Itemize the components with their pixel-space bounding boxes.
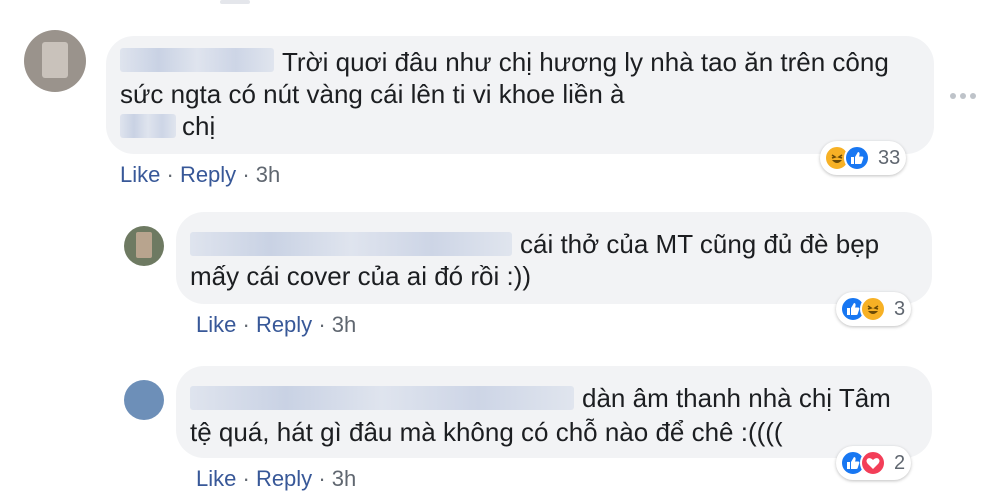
separator: ·	[242, 466, 250, 491]
like-icon	[844, 145, 870, 171]
comment-text-line: chị	[182, 111, 216, 141]
avatar-blur-mask	[136, 232, 152, 258]
comment-actions: Like · Reply · 3h	[196, 465, 356, 493]
commenter-name-redacted[interactable]	[120, 48, 274, 72]
reply-button[interactable]: Reply	[180, 162, 236, 187]
like-button[interactable]: Like	[120, 162, 160, 187]
timestamp[interactable]: 3h	[256, 162, 280, 187]
avatar-blur-mask	[42, 42, 68, 78]
avatar[interactable]	[24, 30, 86, 92]
reply-button[interactable]: Reply	[256, 312, 312, 337]
comment-text-line: cái thở của MT cũng đủ đè bẹp	[520, 229, 880, 259]
reaction-count: 3	[894, 297, 906, 320]
love-icon	[860, 450, 886, 476]
reaction-summary[interactable]: 33	[820, 141, 907, 175]
timestamp[interactable]: 3h	[332, 312, 356, 337]
avatar[interactable]	[124, 380, 164, 420]
comment-text-line: dàn âm thanh nhà chị Tâm	[582, 383, 891, 413]
comment-text-line: sức ngta có nút vàng cái lên ti vi khoe …	[120, 79, 625, 109]
reaction-count: 33	[878, 146, 901, 169]
comment-actions: Like · Reply · 3h	[120, 161, 280, 189]
comment-text-line: Trời quơi đâu như chị hương ly nhà tao ă…	[282, 47, 889, 77]
reply-button[interactable]: Reply	[256, 466, 312, 491]
mention-redacted[interactable]	[120, 114, 176, 138]
separator: ·	[166, 162, 174, 187]
commenter-name-redacted[interactable]	[190, 232, 512, 256]
timestamp[interactable]: 3h	[332, 466, 356, 491]
separator: ·	[242, 312, 250, 337]
comment-text-line: mấy cái cover của ai đó rồi :))	[190, 261, 532, 291]
separator: ·	[318, 312, 326, 337]
reaction-count: 2	[894, 451, 906, 474]
avatar[interactable]	[124, 226, 164, 266]
like-button[interactable]: Like	[196, 312, 236, 337]
separator: ·	[242, 162, 250, 187]
commenter-name-redacted[interactable]	[190, 386, 574, 410]
reaction-summary[interactable]: 2	[836, 446, 912, 480]
haha-icon	[860, 296, 886, 322]
reaction-summary[interactable]: 3	[836, 292, 912, 326]
more-options-icon[interactable]	[950, 88, 978, 104]
separator: ·	[318, 466, 326, 491]
comment-actions: Like · Reply · 3h	[196, 311, 356, 339]
previous-comment-fragment	[220, 0, 250, 4]
like-button[interactable]: Like	[196, 466, 236, 491]
comment-text-line: tệ quá, hát gì đâu mà không có chỗ nào đ…	[190, 417, 783, 447]
